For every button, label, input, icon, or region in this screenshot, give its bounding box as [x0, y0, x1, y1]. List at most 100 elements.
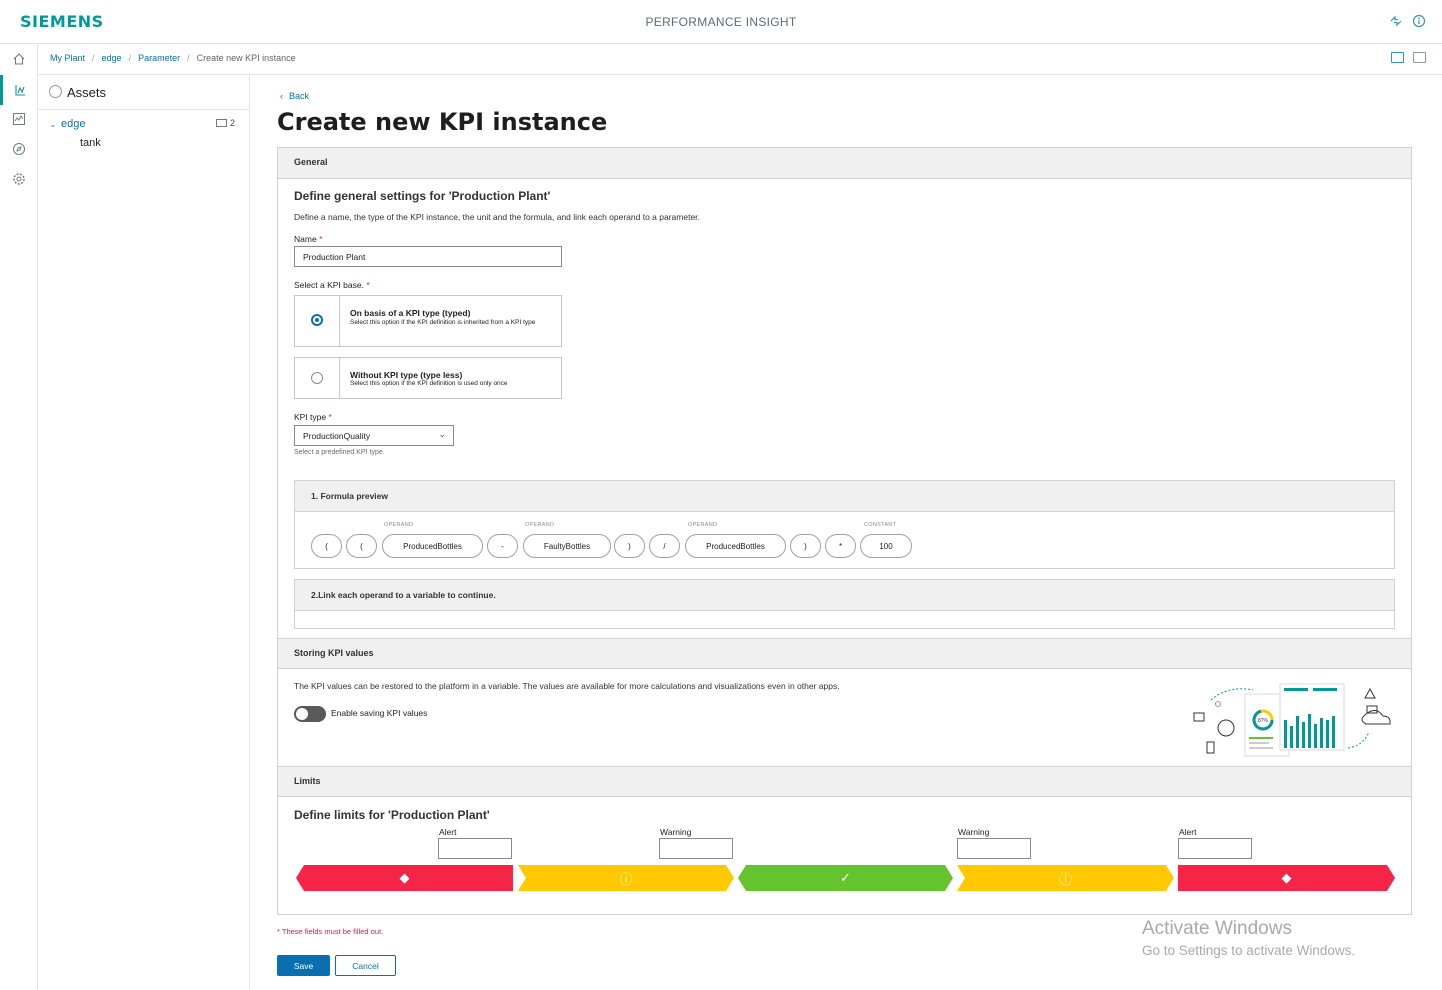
side-rail — [0, 44, 38, 990]
trend-icon[interactable] — [0, 104, 37, 134]
cancel-button[interactable]: Cancel — [335, 955, 396, 976]
breadcrumb: My Plant / edge / Parameter / Create new… — [50, 53, 296, 63]
limits-heading: Define limits for 'Production Plant' — [294, 808, 490, 822]
warning-icon: ⓘ — [619, 871, 633, 887]
formula-token: * — [825, 534, 856, 558]
option-typed-desc: Select this option if the KPI definition… — [350, 319, 536, 326]
breadcrumb-separator: / — [128, 53, 132, 63]
kpi-type-hint: Select a predefined KPI type. — [294, 449, 385, 456]
check-icon: ✓ — [840, 870, 851, 885]
warning-low-input[interactable] — [659, 838, 733, 859]
kpi-base-label: Select a KPI base. * — [294, 280, 370, 290]
required-note: * These fields must be filled out. — [277, 927, 384, 936]
formula-token: / — [649, 534, 680, 558]
option-typed-title: On basis of a KPI type (typed) — [350, 308, 471, 318]
breadcrumb-edge[interactable]: edge — [102, 53, 122, 63]
alert-high-input[interactable] — [1178, 838, 1252, 859]
tree-count-badge: 2 — [216, 118, 235, 128]
save-kpi-toggle[interactable] — [294, 706, 326, 722]
formula-token: ) — [790, 534, 821, 558]
panel-right-icon[interactable] — [1413, 52, 1426, 63]
operand-label: OPERAND — [384, 522, 414, 528]
kpi-type-label: KPI type * — [294, 412, 332, 422]
home-icon[interactable] — [0, 44, 37, 74]
watermark-line-2: Go to Settings to activate Windows. — [1142, 943, 1356, 958]
general-description: Define a name, the type of the KPI insta… — [294, 212, 700, 222]
section-limits: Limits — [278, 766, 1411, 797]
formula-panel: 1. Formula preview OPERAND OPERAND OPERA… — [294, 480, 1395, 569]
alert-icon: ◆ — [399, 870, 410, 885]
link-panel: 2.Link each operand to a variable to con… — [294, 579, 1395, 629]
breadcrumb-bar: My Plant / edge / Parameter / Create new… — [38, 44, 1442, 75]
breadcrumb-parameter[interactable]: Parameter — [138, 53, 180, 63]
formula-operand[interactable]: FaultyBottles — [523, 534, 611, 558]
name-label: Name * — [294, 234, 323, 244]
formula-operand[interactable]: ProducedBottles — [685, 534, 786, 558]
link-panel-header: 2.Link each operand to a variable to con… — [295, 580, 1394, 611]
alert-high-label: Alert — [1179, 827, 1197, 837]
back-label: Back — [289, 91, 310, 101]
chevron-down-icon[interactable]: ⌄ — [49, 119, 57, 130]
asset-tree: Assets ⌄ edge 2 tank — [38, 75, 250, 990]
formula-token: ( — [311, 534, 342, 558]
asset-tree-title: Assets — [67, 85, 107, 100]
breadcrumb-my-plant[interactable]: My Plant — [50, 53, 85, 63]
warning-high-input[interactable] — [957, 838, 1031, 859]
operand-label: OPERAND — [525, 522, 555, 528]
svg-text:87%: 87% — [1258, 718, 1269, 724]
section-general: General — [278, 148, 1411, 179]
alert-low-label: Alert — [439, 827, 457, 837]
formula-operand[interactable]: ProducedBottles — [382, 534, 483, 558]
save-button[interactable]: Save — [277, 955, 330, 976]
link-title: 2.Link each operand to a variable to con… — [311, 590, 496, 600]
kpi-form: General Define general settings for 'Pro… — [277, 147, 1412, 915]
warning-high-band: ⓘ — [957, 865, 1174, 891]
radio-typeless[interactable] — [311, 372, 323, 384]
breadcrumb-separator: / — [187, 53, 190, 63]
storing-description: The KPI values can be restored to the pl… — [294, 681, 840, 691]
formula-token: ( — [346, 534, 377, 558]
app-title: PERFORMANCE INSIGHT — [645, 15, 797, 29]
back-link[interactable]: ‹ Back — [280, 91, 309, 101]
formula-constant[interactable]: 100 — [860, 534, 912, 558]
warning-low-label: Warning — [660, 827, 692, 837]
warning-icon: ⓘ — [1058, 871, 1072, 887]
tree-node-tank[interactable]: tank — [80, 137, 101, 149]
chevron-down-icon: ⌄ — [438, 429, 446, 439]
alert-high-band: ◆ — [1178, 865, 1395, 891]
radio-cell — [295, 358, 340, 398]
operand-label: OPERAND — [688, 522, 718, 528]
tree-node-edge[interactable]: edge — [61, 118, 85, 130]
chevron-left-icon: ‹ — [280, 91, 283, 101]
panel-left-icon[interactable] — [1391, 52, 1404, 63]
alert-low-input[interactable] — [438, 838, 512, 859]
radio-typed[interactable] — [311, 314, 323, 326]
watermark-line-1: Activate Windows — [1142, 918, 1292, 939]
name-input[interactable]: Production Plant — [294, 246, 562, 267]
windows-activation-watermark: Activate Windows Go to Settings to activ… — [1142, 918, 1355, 958]
settings-sync-icon[interactable] — [1389, 14, 1403, 28]
option-typed[interactable]: On basis of a KPI type (typed) Select th… — [294, 295, 562, 347]
formula-token: ) — [614, 534, 645, 558]
breadcrumb-separator: / — [92, 53, 95, 63]
compass-icon[interactable] — [0, 134, 37, 164]
general-heading: Define general settings for 'Production … — [294, 189, 551, 203]
kpi-icon[interactable] — [0, 75, 37, 105]
info-icon[interactable] — [1412, 14, 1426, 28]
top-bar: SIEMENS PERFORMANCE INSIGHT — [0, 0, 1442, 44]
option-typeless[interactable]: Without KPI type (type less) Select this… — [294, 357, 562, 399]
section-general-title: General — [294, 157, 328, 167]
option-typeless-title: Without KPI type (type less) — [350, 370, 463, 380]
alert-icon: ◆ — [1281, 870, 1292, 885]
kpi-type-value: ProductionQuality — [303, 431, 371, 441]
breadcrumb-current: Create new KPI instance — [196, 53, 296, 63]
gear-icon[interactable] — [0, 164, 37, 194]
ok-band: ✓ — [738, 865, 953, 891]
formula-title: 1. Formula preview — [311, 491, 388, 501]
section-limits-title: Limits — [294, 776, 321, 786]
storage-illustration: 87% — [1183, 680, 1398, 762]
asset-count: 2 — [230, 118, 236, 128]
page-title: Create new KPI instance — [277, 108, 608, 136]
option-typeless-desc: Select this option if the KPI definition… — [350, 380, 508, 387]
kpi-type-select[interactable]: ProductionQuality ⌄ — [294, 425, 454, 446]
